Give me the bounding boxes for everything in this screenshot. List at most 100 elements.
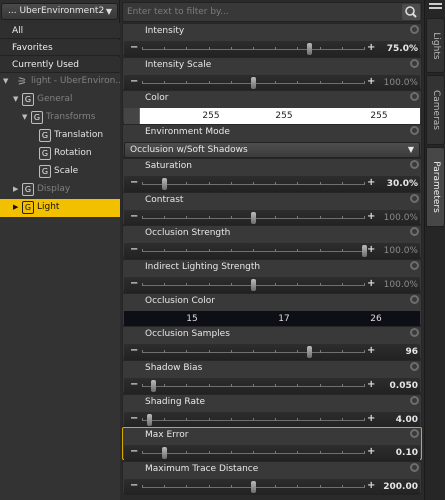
decrement-button[interactable]: − bbox=[130, 413, 138, 424]
nav-favorites[interactable]: Favorites bbox=[0, 40, 120, 56]
increment-button[interactable]: + bbox=[367, 446, 375, 457]
decrement-button[interactable]: − bbox=[130, 211, 138, 222]
gear-icon[interactable] bbox=[410, 193, 419, 203]
slider-knob[interactable] bbox=[162, 177, 168, 190]
tab-lights[interactable]: Lights bbox=[426, 18, 445, 73]
max-error-slider[interactable]: − +0.10 bbox=[124, 445, 420, 462]
slider-tick bbox=[275, 47, 277, 50]
gear-icon[interactable] bbox=[410, 25, 419, 34]
tree-node-light[interactable]: ▶ G Light bbox=[0, 199, 120, 217]
scene-dropdown[interactable]: ... UberEnvironment2 ▼ bbox=[1, 3, 118, 20]
occlusion-samples-slider[interactable]: − +96 bbox=[124, 344, 420, 361]
tree-node-translation[interactable]: G Translation bbox=[0, 127, 120, 145]
collapsed-arrow-icon[interactable]: ▶ bbox=[13, 203, 18, 211]
gear-icon[interactable] bbox=[410, 463, 419, 473]
color-picker-icon[interactable] bbox=[124, 108, 140, 125]
decrement-button[interactable]: − bbox=[130, 480, 138, 491]
maximum-trace-distance-slider[interactable]: − +200.00 bbox=[124, 479, 420, 496]
increment-button[interactable]: + bbox=[367, 42, 375, 53]
slider-knob[interactable] bbox=[251, 76, 256, 89]
expanded-arrow-icon[interactable]: ▼ bbox=[13, 95, 18, 103]
slider-tick bbox=[186, 249, 188, 253]
decrement-button[interactable]: − bbox=[130, 446, 138, 457]
tree-node-transforms[interactable]: ▼ G Transforms bbox=[0, 109, 120, 127]
tree-node-scale[interactable]: G Scale bbox=[0, 163, 120, 181]
increment-button[interactable]: + bbox=[367, 345, 375, 356]
gear-icon[interactable] bbox=[410, 362, 419, 371]
nav-currently-used[interactable]: Currently Used bbox=[0, 57, 120, 73]
slider-knob[interactable] bbox=[306, 43, 312, 55]
slider-knob[interactable] bbox=[251, 278, 256, 291]
gear-icon[interactable] bbox=[410, 227, 419, 237]
gear-icon[interactable] bbox=[410, 92, 419, 102]
indirect-lighting-strength-slider[interactable]: − +100.0% bbox=[124, 276, 420, 293]
slider-tick bbox=[208, 485, 210, 489]
increment-button[interactable]: + bbox=[367, 211, 375, 222]
tree-node-display[interactable]: ▶ G Display bbox=[0, 181, 120, 199]
slider-knob[interactable] bbox=[251, 481, 256, 494]
decrement-button[interactable]: − bbox=[130, 42, 138, 53]
nav-all[interactable]: All bbox=[0, 23, 120, 39]
decrement-button[interactable]: − bbox=[130, 379, 138, 390]
slider-knob[interactable] bbox=[146, 413, 152, 426]
tree-node-rotation[interactable]: G Rotation bbox=[0, 145, 120, 163]
shading-rate-slider[interactable]: − +4.00 bbox=[124, 411, 420, 428]
gear-icon[interactable] bbox=[410, 126, 419, 136]
increment-button[interactable]: + bbox=[367, 413, 375, 424]
occlusion-color-field[interactable]: 15 17 26 bbox=[124, 310, 420, 327]
filter-input[interactable] bbox=[123, 3, 399, 21]
slider-knob[interactable] bbox=[251, 211, 256, 224]
decrement-button[interactable]: − bbox=[130, 76, 138, 87]
intensity-slider[interactable]: − +75.0% bbox=[124, 41, 420, 57]
slider-knob[interactable] bbox=[151, 380, 157, 392]
tree-node-general[interactable]: ▼ G General bbox=[0, 91, 120, 109]
property-list: Intensity − +75.0% Intensity Scale − +100.0% C… bbox=[122, 23, 422, 500]
contrast-slider[interactable]: − +100.0% bbox=[124, 209, 420, 226]
slider-tick bbox=[341, 485, 343, 489]
increment-button[interactable]: + bbox=[367, 177, 375, 188]
gear-icon[interactable] bbox=[410, 328, 419, 338]
color-red-value[interactable]: 255 bbox=[181, 111, 241, 121]
increment-button[interactable]: + bbox=[367, 278, 375, 289]
property-value: 30.0% bbox=[386, 178, 418, 189]
search-button[interactable] bbox=[402, 4, 420, 20]
saturation-slider[interactable]: − +30.0% bbox=[124, 175, 420, 192]
gear-icon[interactable] bbox=[410, 429, 419, 439]
increment-button[interactable]: + bbox=[367, 244, 375, 255]
color-field[interactable]: 255 255 255 bbox=[124, 108, 420, 125]
slider-tick bbox=[341, 47, 343, 50]
nav-label: Currently Used bbox=[12, 60, 80, 70]
color-red-value[interactable]: 15 bbox=[162, 314, 222, 324]
collapsed-arrow-icon[interactable]: ▶ bbox=[13, 185, 18, 193]
decrement-button[interactable]: − bbox=[130, 177, 138, 188]
intensity-scale-slider[interactable]: − +100.0% bbox=[124, 74, 420, 91]
menu-icon[interactable] bbox=[429, 3, 442, 13]
decrement-button[interactable]: − bbox=[130, 278, 138, 289]
slider-tick bbox=[275, 451, 277, 455]
increment-button[interactable]: + bbox=[367, 480, 375, 491]
color-blue-value[interactable]: 26 bbox=[346, 314, 406, 324]
gear-icon[interactable] bbox=[410, 395, 419, 405]
gear-icon[interactable] bbox=[410, 159, 419, 169]
color-blue-value[interactable]: 255 bbox=[349, 111, 409, 121]
decrement-button[interactable]: − bbox=[130, 345, 138, 356]
occlusion-strength-slider[interactable]: − +100.0% bbox=[124, 243, 420, 260]
expanded-arrow-icon[interactable]: ▼ bbox=[22, 113, 27, 121]
gear-icon[interactable] bbox=[410, 58, 419, 68]
color-green-value[interactable]: 255 bbox=[254, 111, 314, 121]
increment-button[interactable]: + bbox=[367, 379, 375, 390]
shadow-bias-slider[interactable]: − +0.050 bbox=[124, 378, 420, 394]
gear-icon[interactable] bbox=[410, 260, 419, 270]
color-green-value[interactable]: 17 bbox=[254, 314, 314, 324]
tree-node-light-root[interactable]: ▼ ⚞ light - UberEnviron... bbox=[0, 73, 120, 91]
slider-knob[interactable] bbox=[162, 447, 168, 460]
tab-parameters[interactable]: Parameters bbox=[426, 147, 445, 227]
environment-mode-select[interactable]: Occlusion w/Soft Shadows ▼ bbox=[124, 142, 420, 159]
tab-cameras[interactable]: Cameras bbox=[426, 75, 445, 145]
expanded-arrow-icon[interactable]: ▼ bbox=[3, 77, 8, 85]
decrement-button[interactable]: − bbox=[130, 244, 138, 255]
increment-button[interactable]: + bbox=[367, 76, 375, 87]
slider-tick bbox=[164, 47, 166, 50]
gear-icon[interactable] bbox=[410, 294, 419, 304]
slider-knob[interactable] bbox=[306, 346, 312, 359]
